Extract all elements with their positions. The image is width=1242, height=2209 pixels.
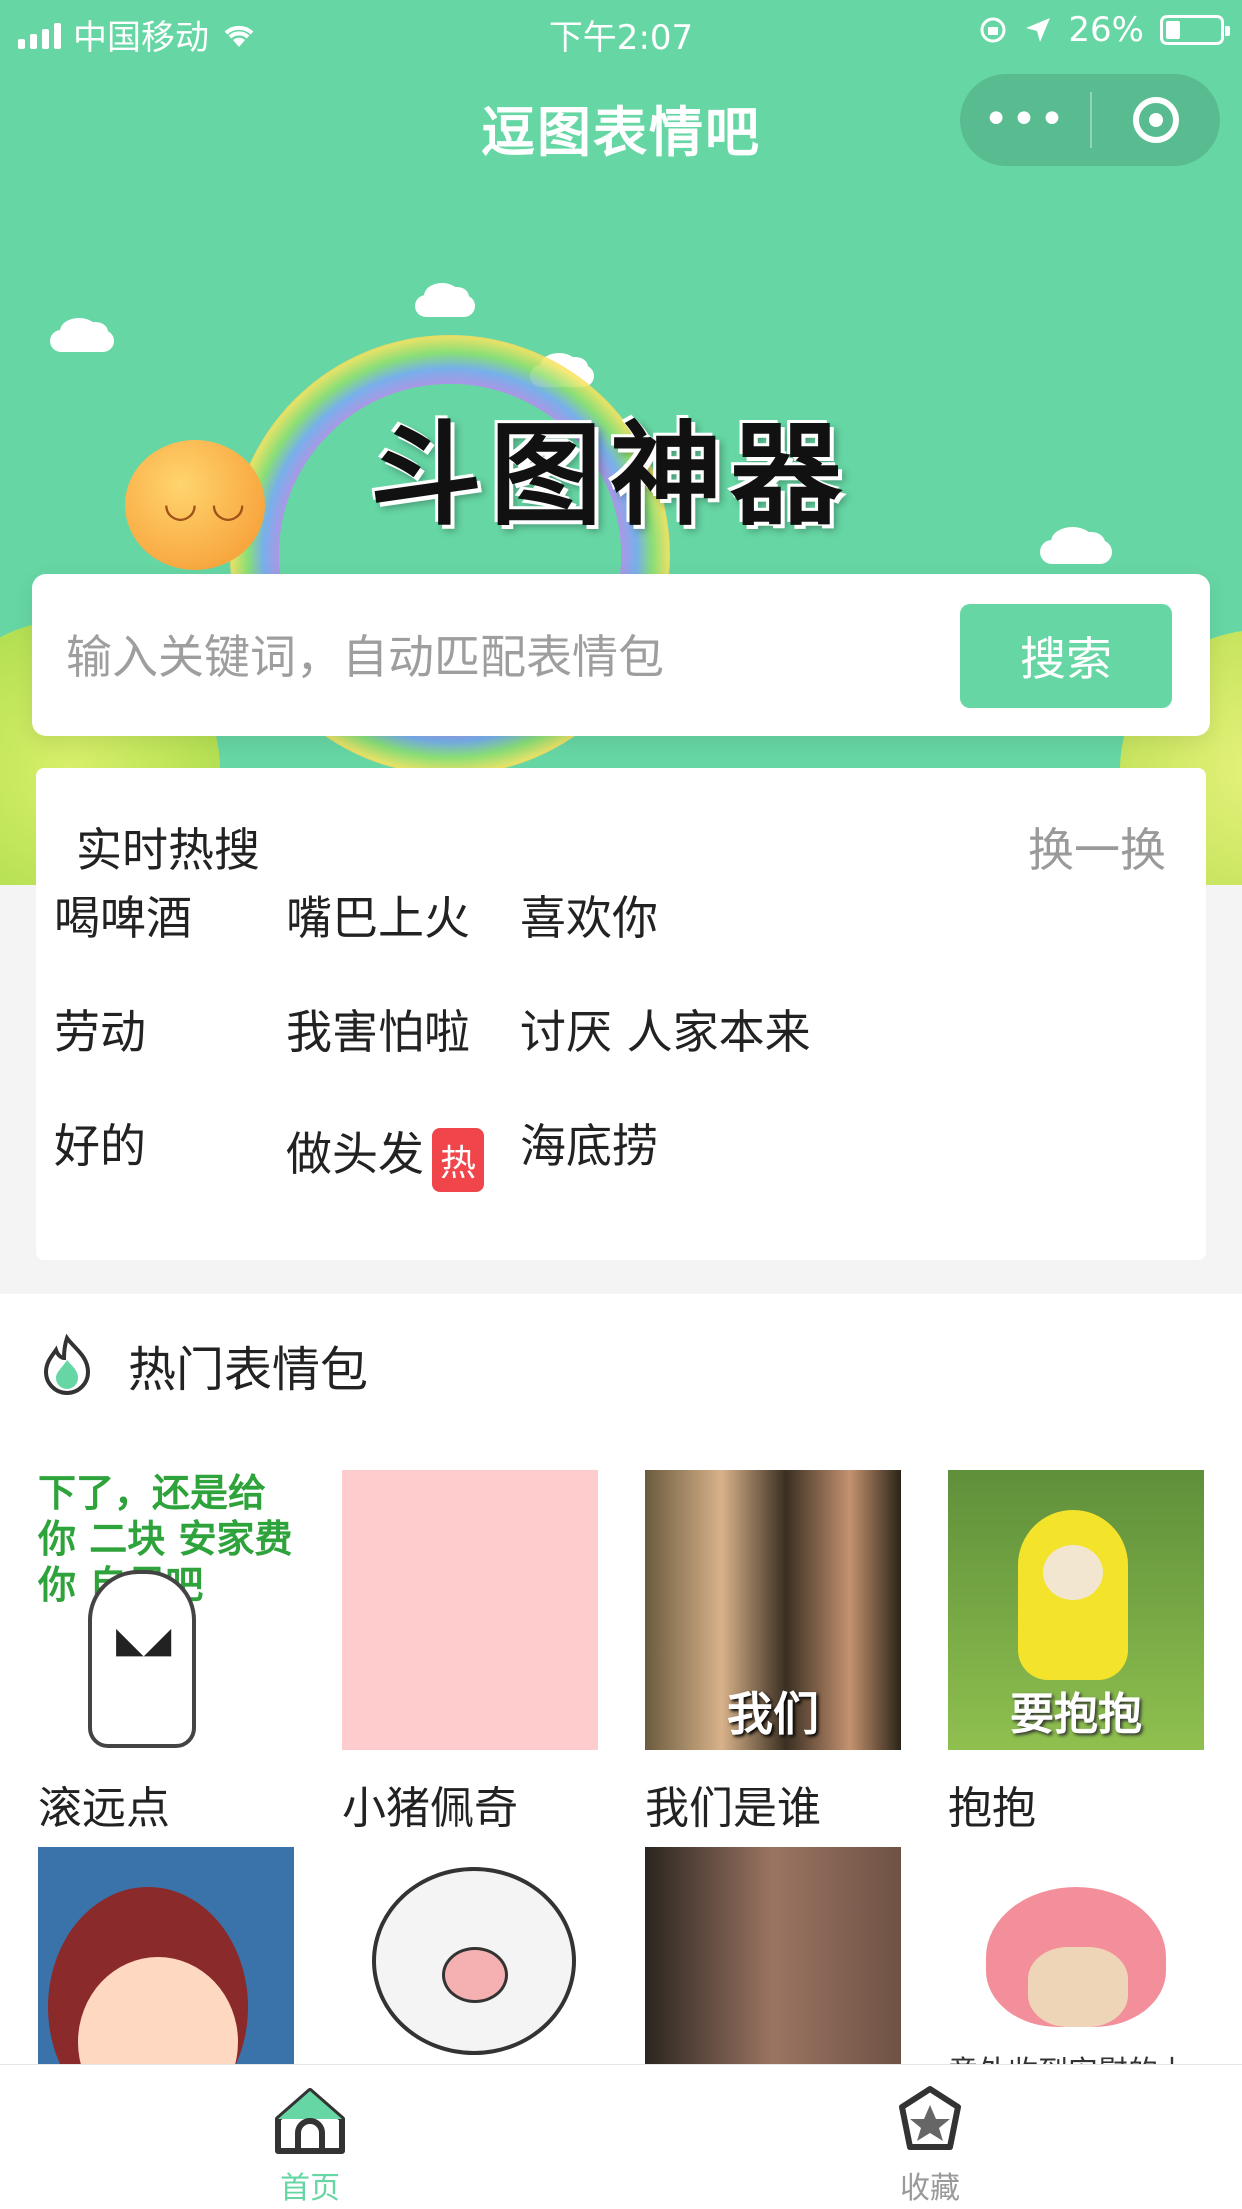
hot-search-item[interactable]: 我害怕啦 (286, 996, 470, 1062)
search-input[interactable] (64, 616, 948, 698)
hot-search-title: 实时热搜 (76, 823, 260, 877)
popular-section: 热门表情包 下了，还是给你 二块 安家费 你 自尽吧 ◣◢ 滚远点 小猪佩奇 我… (0, 1294, 1242, 2127)
hot-search-label: 嘴巴上火 (286, 891, 470, 945)
hot-search-item[interactable]: 讨厌 人家本来 (520, 996, 811, 1062)
hot-search-item[interactable]: 做头发 热 (286, 1110, 485, 1192)
sticker-image: 要抱抱 (948, 1470, 1204, 1750)
tab-label: 收藏 (900, 2171, 960, 2206)
hot-search-label: 做头发 (286, 1127, 424, 1181)
hot-search-label: 劳动 (54, 1005, 146, 1059)
star-icon (899, 2086, 961, 2150)
hot-search-panel: 实时热搜 换一换 喝啤酒 嘴巴上火 喜欢你 劳动 我害怕啦 讨厌 人家本来 好的… (36, 768, 1206, 1260)
header-banner: 中国移动 下午2:07 26% 逗图表情吧 ••• ◡ ◡ 斗图神器 (0, 0, 1242, 885)
sticker-card[interactable]: 我们 我们是谁 (645, 1470, 901, 1836)
sticker-card[interactable]: 小猪佩奇 (342, 1470, 598, 1836)
sticker-image: 下了，还是给你 二块 安家费 你 自尽吧 ◣◢ (38, 1470, 294, 1750)
tab-bar: 首页 收藏 (0, 2064, 1242, 2209)
hot-search-item[interactable]: 海底捞 (520, 1110, 658, 1176)
section-title: 热门表情包 (128, 1342, 369, 1398)
search-box: 搜索 (32, 574, 1210, 736)
orientation-lock-icon (980, 17, 1006, 43)
target-icon (1133, 97, 1179, 143)
refresh-button[interactable]: 换一换 (1028, 814, 1166, 880)
location-icon (1026, 18, 1051, 42)
cloud-illustration (415, 282, 475, 317)
sticker-overlay-text: 我们 (727, 1687, 819, 1741)
status-bar: 中国移动 下午2:07 26% (0, 0, 1242, 62)
hot-search-item[interactable]: 喝啤酒 (54, 882, 192, 948)
sticker-caption: 我们是谁 (645, 1783, 821, 1834)
tab-favorites[interactable]: 收藏 (830, 2083, 1030, 2207)
battery-level (1166, 21, 1180, 39)
section-header: 热门表情包 (38, 1330, 368, 1400)
flame-icon (43, 1334, 91, 1395)
banner-title: 斗图神器 (370, 411, 850, 541)
cloud-illustration (50, 317, 114, 352)
hot-search-label: 喜欢你 (520, 891, 658, 945)
home-icon (275, 2088, 345, 2154)
hot-search-label: 好的 (54, 1119, 146, 1173)
battery-percent: 26% (1068, 10, 1144, 50)
hot-search-item[interactable]: 嘴巴上火 (286, 882, 470, 948)
sticker-image (342, 1470, 598, 1750)
hot-search-item[interactable]: 劳动 (54, 996, 146, 1062)
hot-search-item[interactable]: 喜欢你 (520, 882, 658, 948)
miniprogram-capsule: ••• (960, 74, 1220, 166)
sun-illustration: ◡ ◡ (125, 440, 265, 570)
battery-icon (1160, 15, 1230, 45)
more-menu-button[interactable]: ••• (960, 74, 1090, 166)
sticker-caption: 滚远点 (38, 1783, 170, 1834)
sticker-card[interactable]: 要抱抱 抱抱 (948, 1470, 1204, 1836)
hot-search-label: 喝啤酒 (54, 891, 192, 945)
sticker-overlay-text: 要抱抱 (1010, 1689, 1142, 1740)
cloud-illustration (1040, 526, 1112, 564)
tab-home[interactable]: 首页 (210, 2083, 410, 2207)
close-button[interactable] (1092, 97, 1220, 143)
hot-search-label: 海底捞 (520, 1119, 658, 1173)
hot-search-label: 讨厌 人家本来 (520, 1005, 811, 1059)
tab-label: 首页 (280, 2171, 340, 2206)
hot-search-item[interactable]: 好的 (54, 1110, 146, 1176)
hot-badge: 热 (432, 1128, 485, 1192)
sticker-caption: 抱抱 (948, 1783, 1036, 1834)
search-button[interactable]: 搜索 (960, 604, 1172, 708)
sticker-caption: 小猪佩奇 (342, 1783, 518, 1834)
sticker-image: 我们 (645, 1470, 901, 1750)
hot-search-label: 我害怕啦 (286, 1005, 470, 1059)
sticker-card[interactable]: 下了，还是给你 二块 安家费 你 自尽吧 ◣◢ 滚远点 (38, 1470, 294, 1836)
